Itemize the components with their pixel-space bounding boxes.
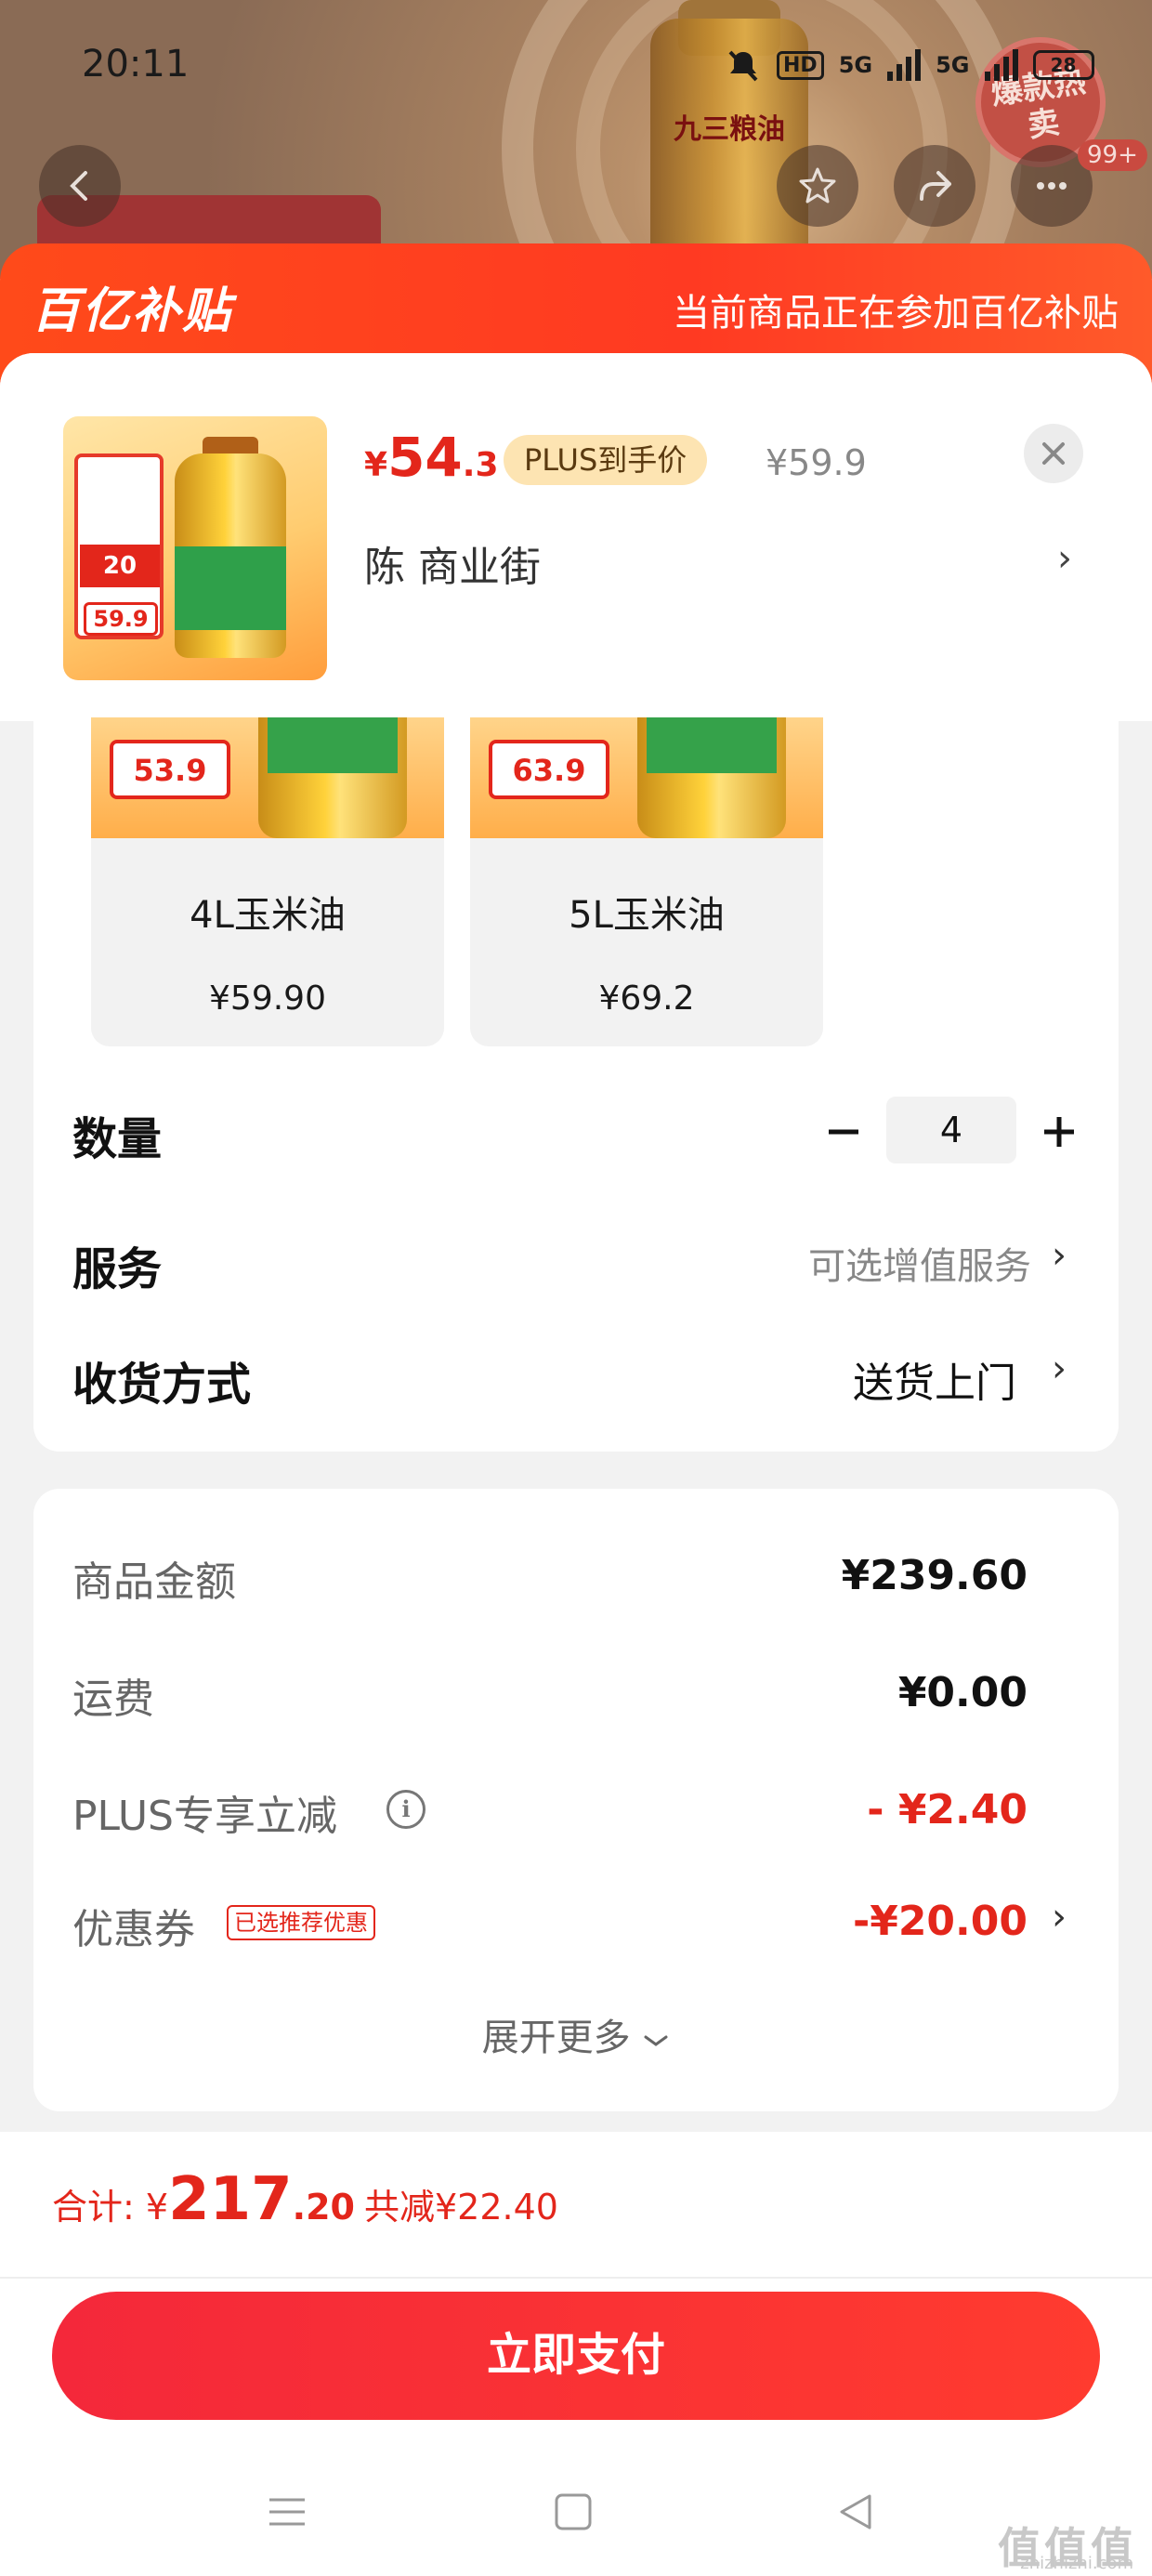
delivery-address[interactable]: 陈 商业街 (364, 533, 541, 593)
network-type: 5G (838, 52, 873, 78)
plus-discount-value: - ¥2.40 (867, 1786, 1028, 1833)
hd-icon: HD (777, 50, 824, 80)
back-nav-button[interactable] (823, 2479, 888, 2544)
variant-bottle-label (647, 717, 777, 773)
menu-icon (269, 2498, 305, 2526)
plus-price: ¥54.3 (364, 426, 499, 489)
variant-price-tag: 53.9 (110, 740, 230, 799)
thumbnail-bottle (175, 453, 286, 658)
product-thumbnail: 20 59.9 (63, 416, 327, 680)
expand-more-button[interactable]: 展开更多 (0, 2007, 1152, 2061)
variant-name: 4L玉米油 (190, 894, 346, 937)
plus-discount-label: PLUS专享立减 (72, 1793, 337, 1840)
chevron-right-icon[interactable]: › (1057, 537, 1072, 580)
back-button[interactable] (39, 145, 121, 227)
chevron-down-icon (644, 2035, 668, 2046)
shipping-label: 运费 (72, 1676, 154, 1723)
triangle-back-icon (840, 2494, 871, 2530)
watermark-url: zhizhizhi.com (1020, 2554, 1133, 2573)
home-nav-button[interactable] (541, 2479, 606, 2544)
order-total: 合计: ¥217.20 共减¥22.40 (52, 2165, 558, 2234)
message-count-badge: 99+ (1078, 139, 1147, 171)
network-type: 5G (936, 52, 970, 78)
quantity-decrease-button[interactable] (816, 1104, 871, 1160)
quantity-input[interactable]: 4 (886, 1097, 1016, 1163)
delivery-method-value[interactable]: 送货上门 (853, 1349, 1016, 1409)
total-label: 合计: ¥ (52, 2187, 169, 2228)
variant-bottle-label (268, 717, 398, 773)
variant-price: ¥59.90 (209, 979, 326, 1018)
price-integer: 54 (387, 426, 463, 489)
divider (0, 2277, 1152, 2279)
status-time: 20:11 (82, 43, 190, 85)
original-price: ¥59.9 (766, 442, 867, 483)
service-label: 服务 (72, 1243, 163, 1295)
star-icon (799, 167, 836, 204)
share-icon (920, 171, 951, 201)
total-decimal: .20 (292, 2187, 355, 2228)
coupon-label: 优惠券 (72, 1906, 195, 1953)
mute-bell-icon (728, 50, 758, 82)
price-currency: ¥ (364, 446, 388, 484)
price-decimal: .3 (462, 446, 499, 484)
shipping-value: ¥0.00 (897, 1669, 1028, 1716)
quantity-increase-button[interactable] (1031, 1104, 1087, 1160)
delivery-method-label: 收货方式 (72, 1359, 252, 1411)
signal-icon (887, 49, 922, 81)
signal-icon (984, 49, 1018, 81)
battery-icon: 28 (1032, 50, 1094, 80)
plus-price-tag: PLUS到手价 (504, 435, 708, 485)
variant-price-tag: 63.9 (489, 740, 609, 799)
favorite-button[interactable] (777, 145, 858, 227)
close-icon (1042, 442, 1065, 465)
total-savings: 共减¥22.40 (363, 2187, 558, 2228)
total-integer: 217 (168, 2165, 293, 2234)
thumbnail-price: 59.9 (84, 602, 158, 636)
coupon-selected-tag: 已选推荐优惠 (227, 1905, 375, 1940)
expand-more-label: 展开更多 (481, 2017, 631, 2059)
thumbnail-coupon: 20 (80, 545, 160, 587)
variant-name: 5L玉米油 (569, 894, 725, 937)
minus-icon (829, 1129, 858, 1135)
goods-amount-value: ¥239.60 (841, 1552, 1028, 1599)
service-value[interactable]: 可选增值服务 (808, 1236, 1031, 1290)
variant-option[interactable]: 63.9 5L玉米油 ¥69.2 (470, 717, 823, 1046)
square-icon (555, 2493, 592, 2530)
info-icon[interactable]: i (386, 1790, 425, 1829)
subsidy-brand-logo: 百亿补贴 (32, 283, 233, 339)
subsidy-notice: 当前商品正在参加百亿补贴 (673, 292, 1119, 335)
chevron-right-icon[interactable]: › (1052, 1234, 1067, 1277)
share-button[interactable] (894, 145, 975, 227)
quantity-label: 数量 (72, 1113, 163, 1165)
chevron-left-icon (70, 171, 87, 201)
chevron-right-icon[interactable]: › (1052, 1347, 1067, 1390)
status-icons: HD 5G 5G 28 (725, 46, 1094, 84)
pay-now-button[interactable]: 立即支付 (52, 2292, 1100, 2420)
menu-nav-button[interactable] (255, 2479, 320, 2544)
coupon-value[interactable]: -¥20.00 (853, 1898, 1028, 1945)
close-button[interactable] (1024, 424, 1083, 483)
chevron-right-icon[interactable]: › (1052, 1896, 1067, 1939)
status-bar: 20:11 HD 5G 5G 28 (0, 0, 1152, 139)
variant-option[interactable]: 53.9 4L玉米油 ¥59.90 (91, 717, 444, 1046)
variant-price: ¥69.2 (598, 979, 695, 1018)
goods-amount-label: 商品金额 (72, 1558, 236, 1606)
plus-icon (1044, 1117, 1074, 1147)
more-dots-icon (1037, 182, 1067, 190)
